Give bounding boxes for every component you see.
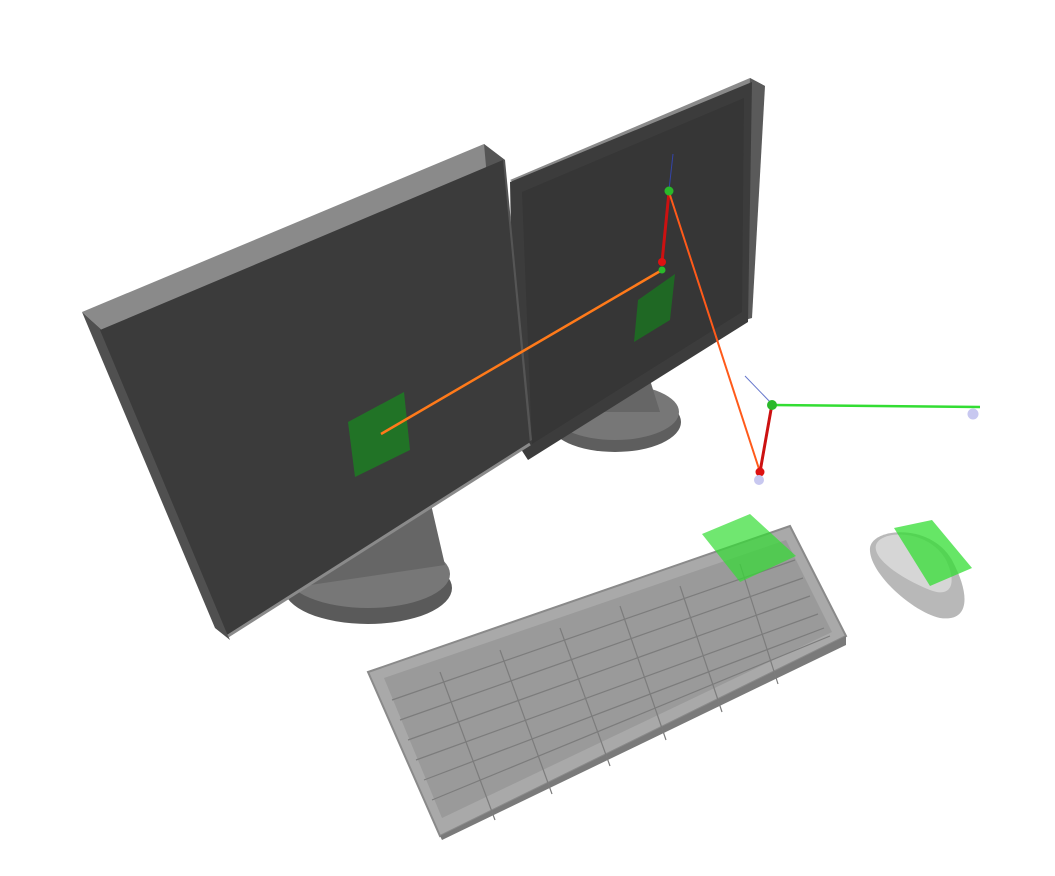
joint-right-lavender[interactable] — [967, 408, 979, 420]
left-monitor[interactable] — [82, 144, 532, 640]
mouse[interactable] — [869, 520, 972, 619]
joint-top[interactable] — [664, 186, 674, 196]
joint-lower-lavender[interactable] — [754, 475, 764, 485]
joint-monitor-end[interactable] — [658, 266, 666, 274]
link-green — [771, 403, 981, 409]
3d-scene-canvas[interactable] — [0, 0, 1055, 876]
link-red-lower — [758, 403, 774, 473]
joint-mid-green[interactable] — [767, 400, 777, 410]
joint-upper-red[interactable] — [658, 258, 666, 266]
right-monitor[interactable] — [510, 78, 765, 460]
axis-tick-mid — [744, 375, 773, 405]
